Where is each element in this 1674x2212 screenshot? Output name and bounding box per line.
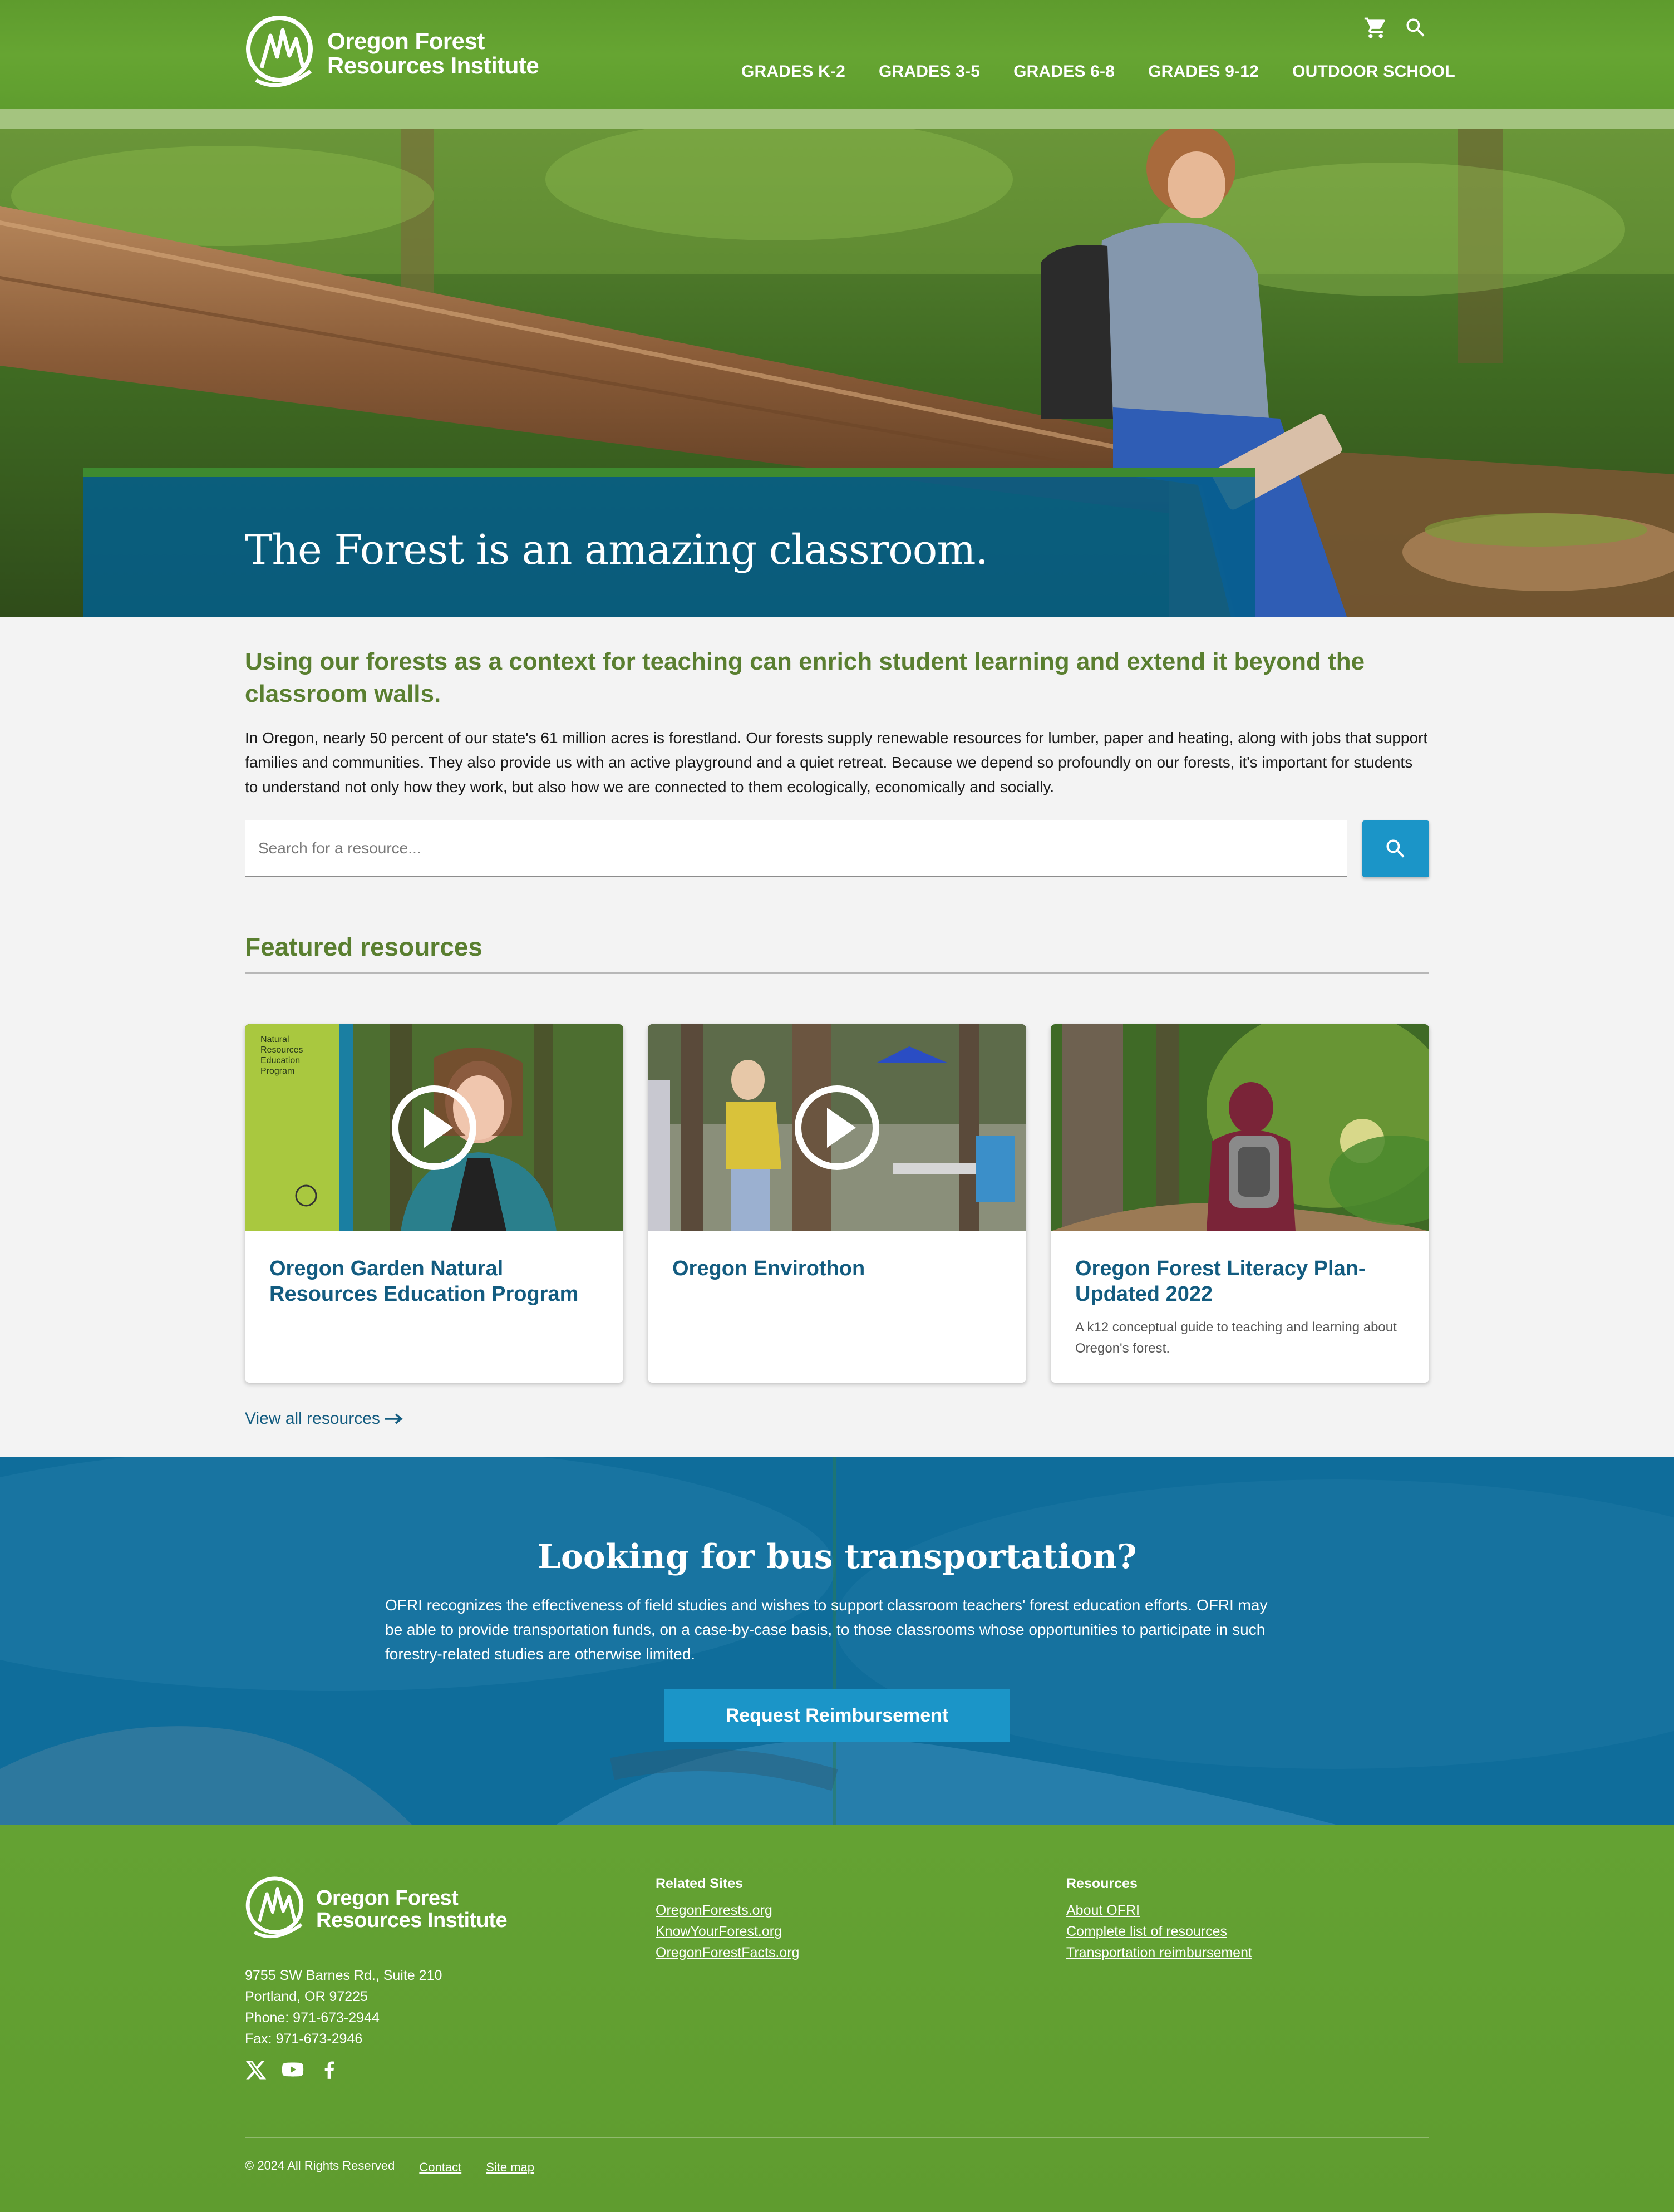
- resource-card[interactable]: Natural Resources Education Program Oreg…: [245, 1024, 623, 1383]
- logo-wordmark: Oregon Forest Resources Institute: [316, 1886, 508, 1932]
- nav-grades-9-12[interactable]: GRADES 9-12: [1148, 62, 1259, 81]
- nav-grades-3-5[interactable]: GRADES 3-5: [879, 62, 980, 81]
- link-knowyourforest[interactable]: KnowYourForest.org: [656, 1921, 799, 1942]
- resource-search: [245, 820, 1429, 877]
- bus-transportation-section: Looking for bus transportation? OFRI rec…: [0, 1457, 1674, 1825]
- card-title[interactable]: Oregon Forest Literacy Plan- Updated 202…: [1075, 1256, 1405, 1307]
- card-description: A k12 conceptual guide to teaching and l…: [1075, 1320, 1397, 1356]
- play-icon[interactable]: [391, 1084, 477, 1171]
- search-icon: [1386, 839, 1405, 858]
- link-site-map[interactable]: Site map: [486, 2159, 534, 2176]
- cart-icon[interactable]: [1363, 16, 1388, 40]
- logo-line-2: Resources Institute: [316, 1909, 508, 1932]
- link-contact[interactable]: Contact: [419, 2159, 461, 2176]
- resource-search-input[interactable]: [245, 820, 1347, 877]
- ofri-logo-icon: [245, 1876, 304, 1939]
- card-title[interactable]: Oregon Garden Natural Resources Educatio…: [269, 1256, 599, 1307]
- featured-heading: Featured resources: [245, 932, 1429, 974]
- link-oregonforests[interactable]: OregonForests.org: [656, 1900, 799, 1921]
- facebook-icon[interactable]: [318, 2058, 341, 2081]
- x-icon[interactable]: [245, 2058, 267, 2081]
- intro-section: Using our forests as a context for teach…: [245, 646, 1429, 799]
- main-nav: GRADES K-2 GRADES 3-5 GRADES 6-8 GRADES …: [741, 62, 1455, 81]
- footer-address: 9755 SW Barnes Rd., Suite 210 Portland, …: [245, 1965, 442, 2049]
- arrow-right-icon: [384, 1413, 403, 1424]
- address-street: 9755 SW Barnes Rd., Suite 210: [245, 1968, 442, 1983]
- footer-logo[interactable]: Oregon Forest Resources Institute: [245, 1875, 508, 1944]
- card-body: Oregon Garden Natural Resources Educatio…: [245, 1231, 623, 1307]
- link-about-ofri[interactable]: About OFRI: [1066, 1900, 1252, 1921]
- address-city: Portland, OR 97225: [245, 1989, 368, 2004]
- address-phone: Phone: 971-673-2944: [245, 2010, 380, 2026]
- resource-card[interactable]: Oregon Forest Literacy Plan- Updated 202…: [1051, 1024, 1429, 1383]
- nav-outdoor-school[interactable]: OUTDOOR SCHOOL: [1292, 62, 1455, 81]
- link-oregonforestfacts[interactable]: OregonForestFacts.org: [656, 1942, 799, 1963]
- link-complete-resources[interactable]: Complete list of resources: [1066, 1921, 1252, 1942]
- request-reimbursement-button[interactable]: Request Reimbursement: [664, 1689, 1010, 1742]
- bus-title: Looking for bus transportation?: [537, 1537, 1137, 1576]
- resource-card[interactable]: Oregon Envirothon: [648, 1024, 1026, 1383]
- intro-body: In Oregon, nearly 50 percent of our stat…: [245, 729, 1428, 795]
- logo-line-1: Oregon Forest: [316, 1886, 459, 1910]
- intro-heading: Using our forests as a context for teach…: [245, 648, 1365, 707]
- ofri-logo-icon: [246, 16, 313, 87]
- bus-text: OFRI recognizes the effectiveness of fie…: [385, 1596, 1268, 1663]
- logo-line-2: Resources Institute: [327, 52, 539, 78]
- logo-line-1: Oregon Forest: [327, 28, 485, 54]
- copyright: © 2024 All Rights Reserved: [245, 2159, 395, 2172]
- card-body: Oregon Forest Literacy Plan- Updated 202…: [1051, 1231, 1429, 1359]
- hero-caption-box: The Forest is an amazing classroom.: [83, 468, 1256, 617]
- hero-title: The Forest is an amazing classroom.: [245, 526, 988, 574]
- logo-wordmark: Oregon Forest Resources Institute: [327, 29, 539, 78]
- site-footer: Oregon Forest Resources Institute 9755 S…: [0, 1825, 1674, 2212]
- hero-banner: The Forest is an amazing classroom.: [0, 129, 1674, 617]
- youtube-icon[interactable]: [282, 2058, 304, 2081]
- view-all-label: View all resources: [245, 1409, 380, 1428]
- card-title[interactable]: Oregon Envirothon: [672, 1256, 1002, 1281]
- utility-nav: [1363, 16, 1428, 40]
- footer-bottom: © 2024 All Rights Reserved Contact Site …: [245, 2159, 534, 2176]
- search-icon[interactable]: [1404, 16, 1428, 40]
- card-body: Oregon Envirothon: [648, 1231, 1026, 1281]
- card-video-thumbnail[interactable]: Natural Resources Education Program: [245, 1024, 623, 1231]
- site-logo[interactable]: Oregon Forest Resources Institute: [245, 13, 539, 94]
- resource-search-button[interactable]: [1362, 820, 1429, 877]
- nav-grades-k-2[interactable]: GRADES K-2: [741, 62, 845, 81]
- resources-title: Resources: [1066, 1876, 1138, 1891]
- address-fax: Fax: 971-673-2946: [245, 2031, 363, 2047]
- site-header: Oregon Forest Resources Institute GRADES…: [0, 0, 1674, 109]
- nav-grades-6-8[interactable]: GRADES 6-8: [1013, 62, 1115, 81]
- link-transportation-reimbursement[interactable]: Transportation reimbursement: [1066, 1942, 1252, 1963]
- footer-divider: [245, 2137, 1429, 2138]
- card-image[interactable]: [1051, 1024, 1429, 1231]
- view-all-resources-link[interactable]: View all resources: [245, 1409, 403, 1428]
- card-video-thumbnail[interactable]: [648, 1024, 1026, 1231]
- featured-cards: Natural Resources Education Program Oreg…: [245, 1024, 1429, 1383]
- card-badge-text: Natural Resources Education Program: [260, 1035, 303, 1076]
- social-links: [245, 2058, 341, 2081]
- related-sites-column: Related Sites OregonForests.org KnowYour…: [656, 1876, 799, 1963]
- related-sites-title: Related Sites: [656, 1876, 744, 1891]
- header-stripe: [0, 109, 1674, 129]
- play-icon[interactable]: [794, 1084, 880, 1171]
- forest-hiker-image: [1051, 1024, 1429, 1231]
- resources-column: Resources About OFRI Complete list of re…: [1066, 1876, 1252, 1963]
